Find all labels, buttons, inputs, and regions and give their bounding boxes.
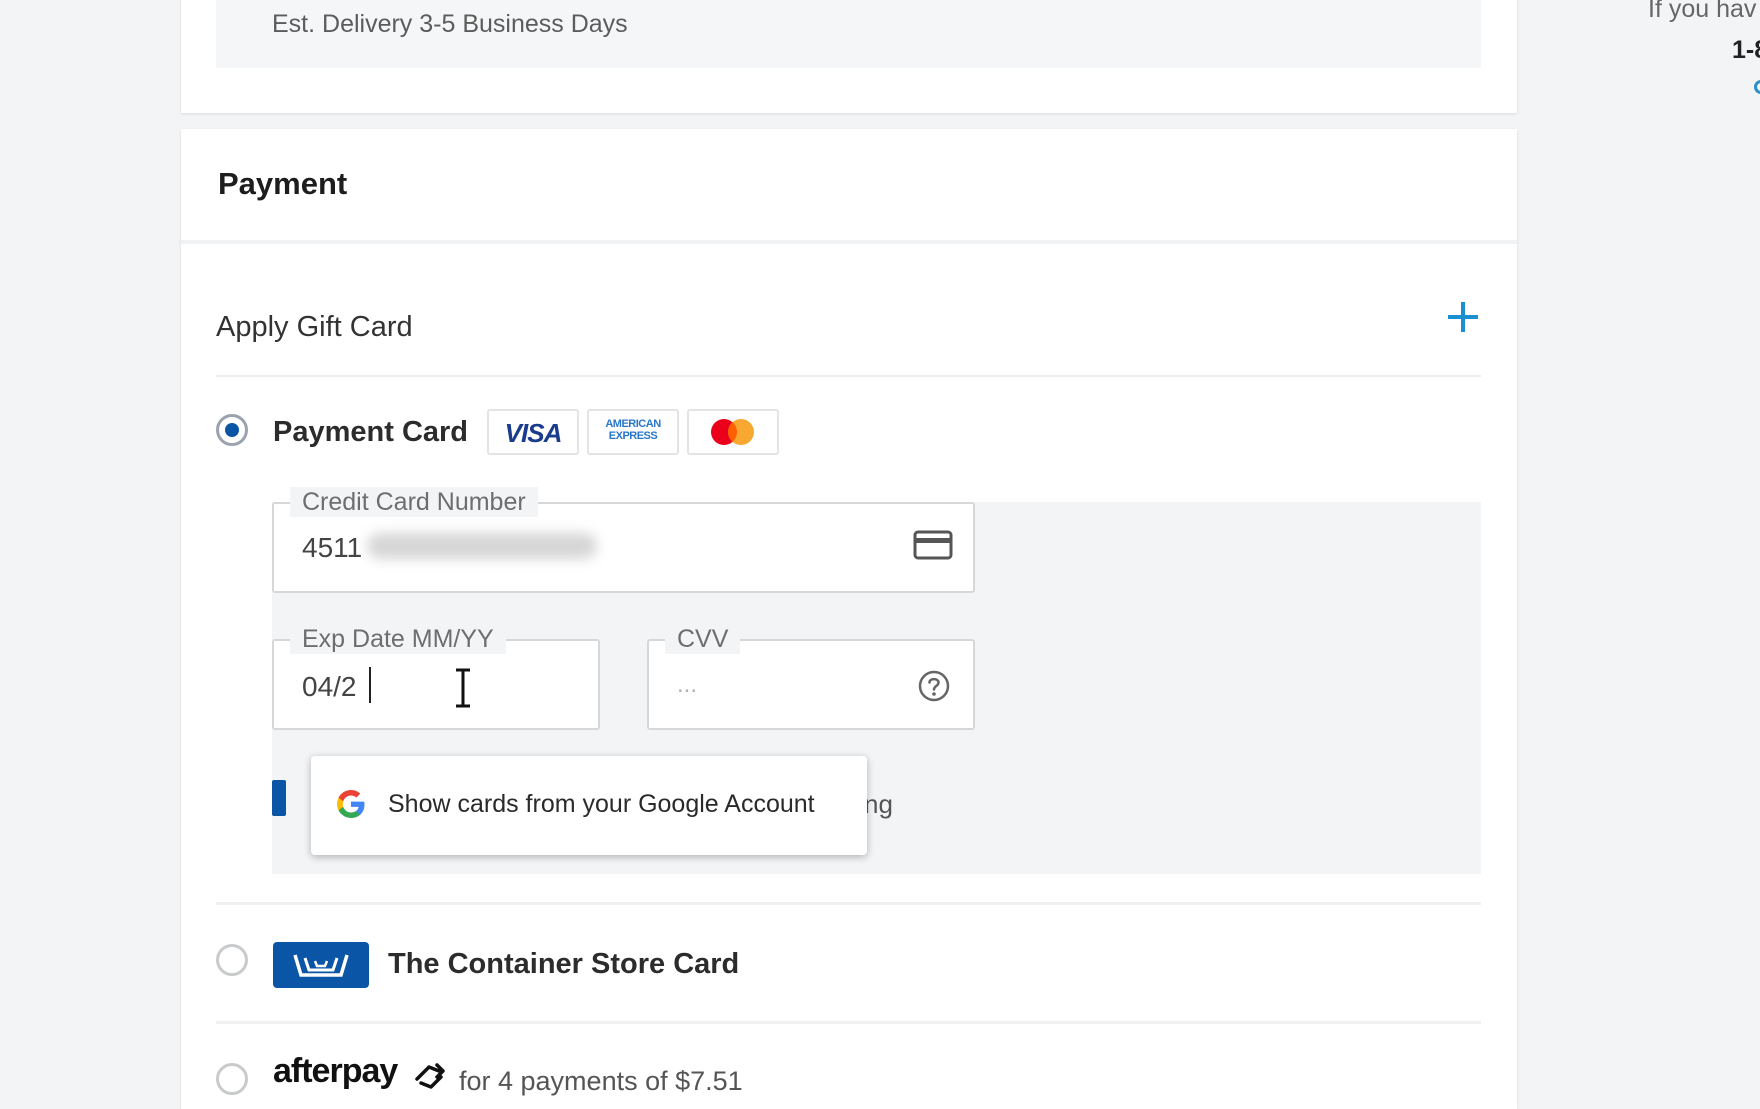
container-store-logo — [273, 942, 369, 988]
delivery-estimate-text: Est. Delivery 3-5 Business Days — [272, 10, 628, 38]
payment-options: The Container Store Card afterpay for 4 … — [181, 129, 1517, 1096]
delivery-card: Est. Delivery 3-5 Business Days — [181, 0, 1517, 113]
container-store-logo-icon — [293, 954, 349, 977]
help-phone: 1-8 — [1732, 36, 1760, 64]
afterpay-radio[interactable] — [216, 1063, 248, 1095]
container-store-card-label: The Container Store Card — [388, 948, 740, 980]
divider — [216, 902, 1481, 905]
afterpay-installments-text: for 4 payments of $7.51 — [459, 1066, 743, 1096]
help-text: If you hav — [1648, 0, 1757, 23]
container-store-card-radio[interactable] — [216, 944, 248, 976]
afterpay-arrow-icon — [415, 1063, 445, 1089]
help-link-icon[interactable] — [1754, 80, 1760, 94]
divider — [216, 1021, 1481, 1024]
afterpay-logo: afterpay — [273, 1052, 398, 1090]
delivery-estimate-box: Est. Delivery 3-5 Business Days — [216, 0, 1481, 68]
